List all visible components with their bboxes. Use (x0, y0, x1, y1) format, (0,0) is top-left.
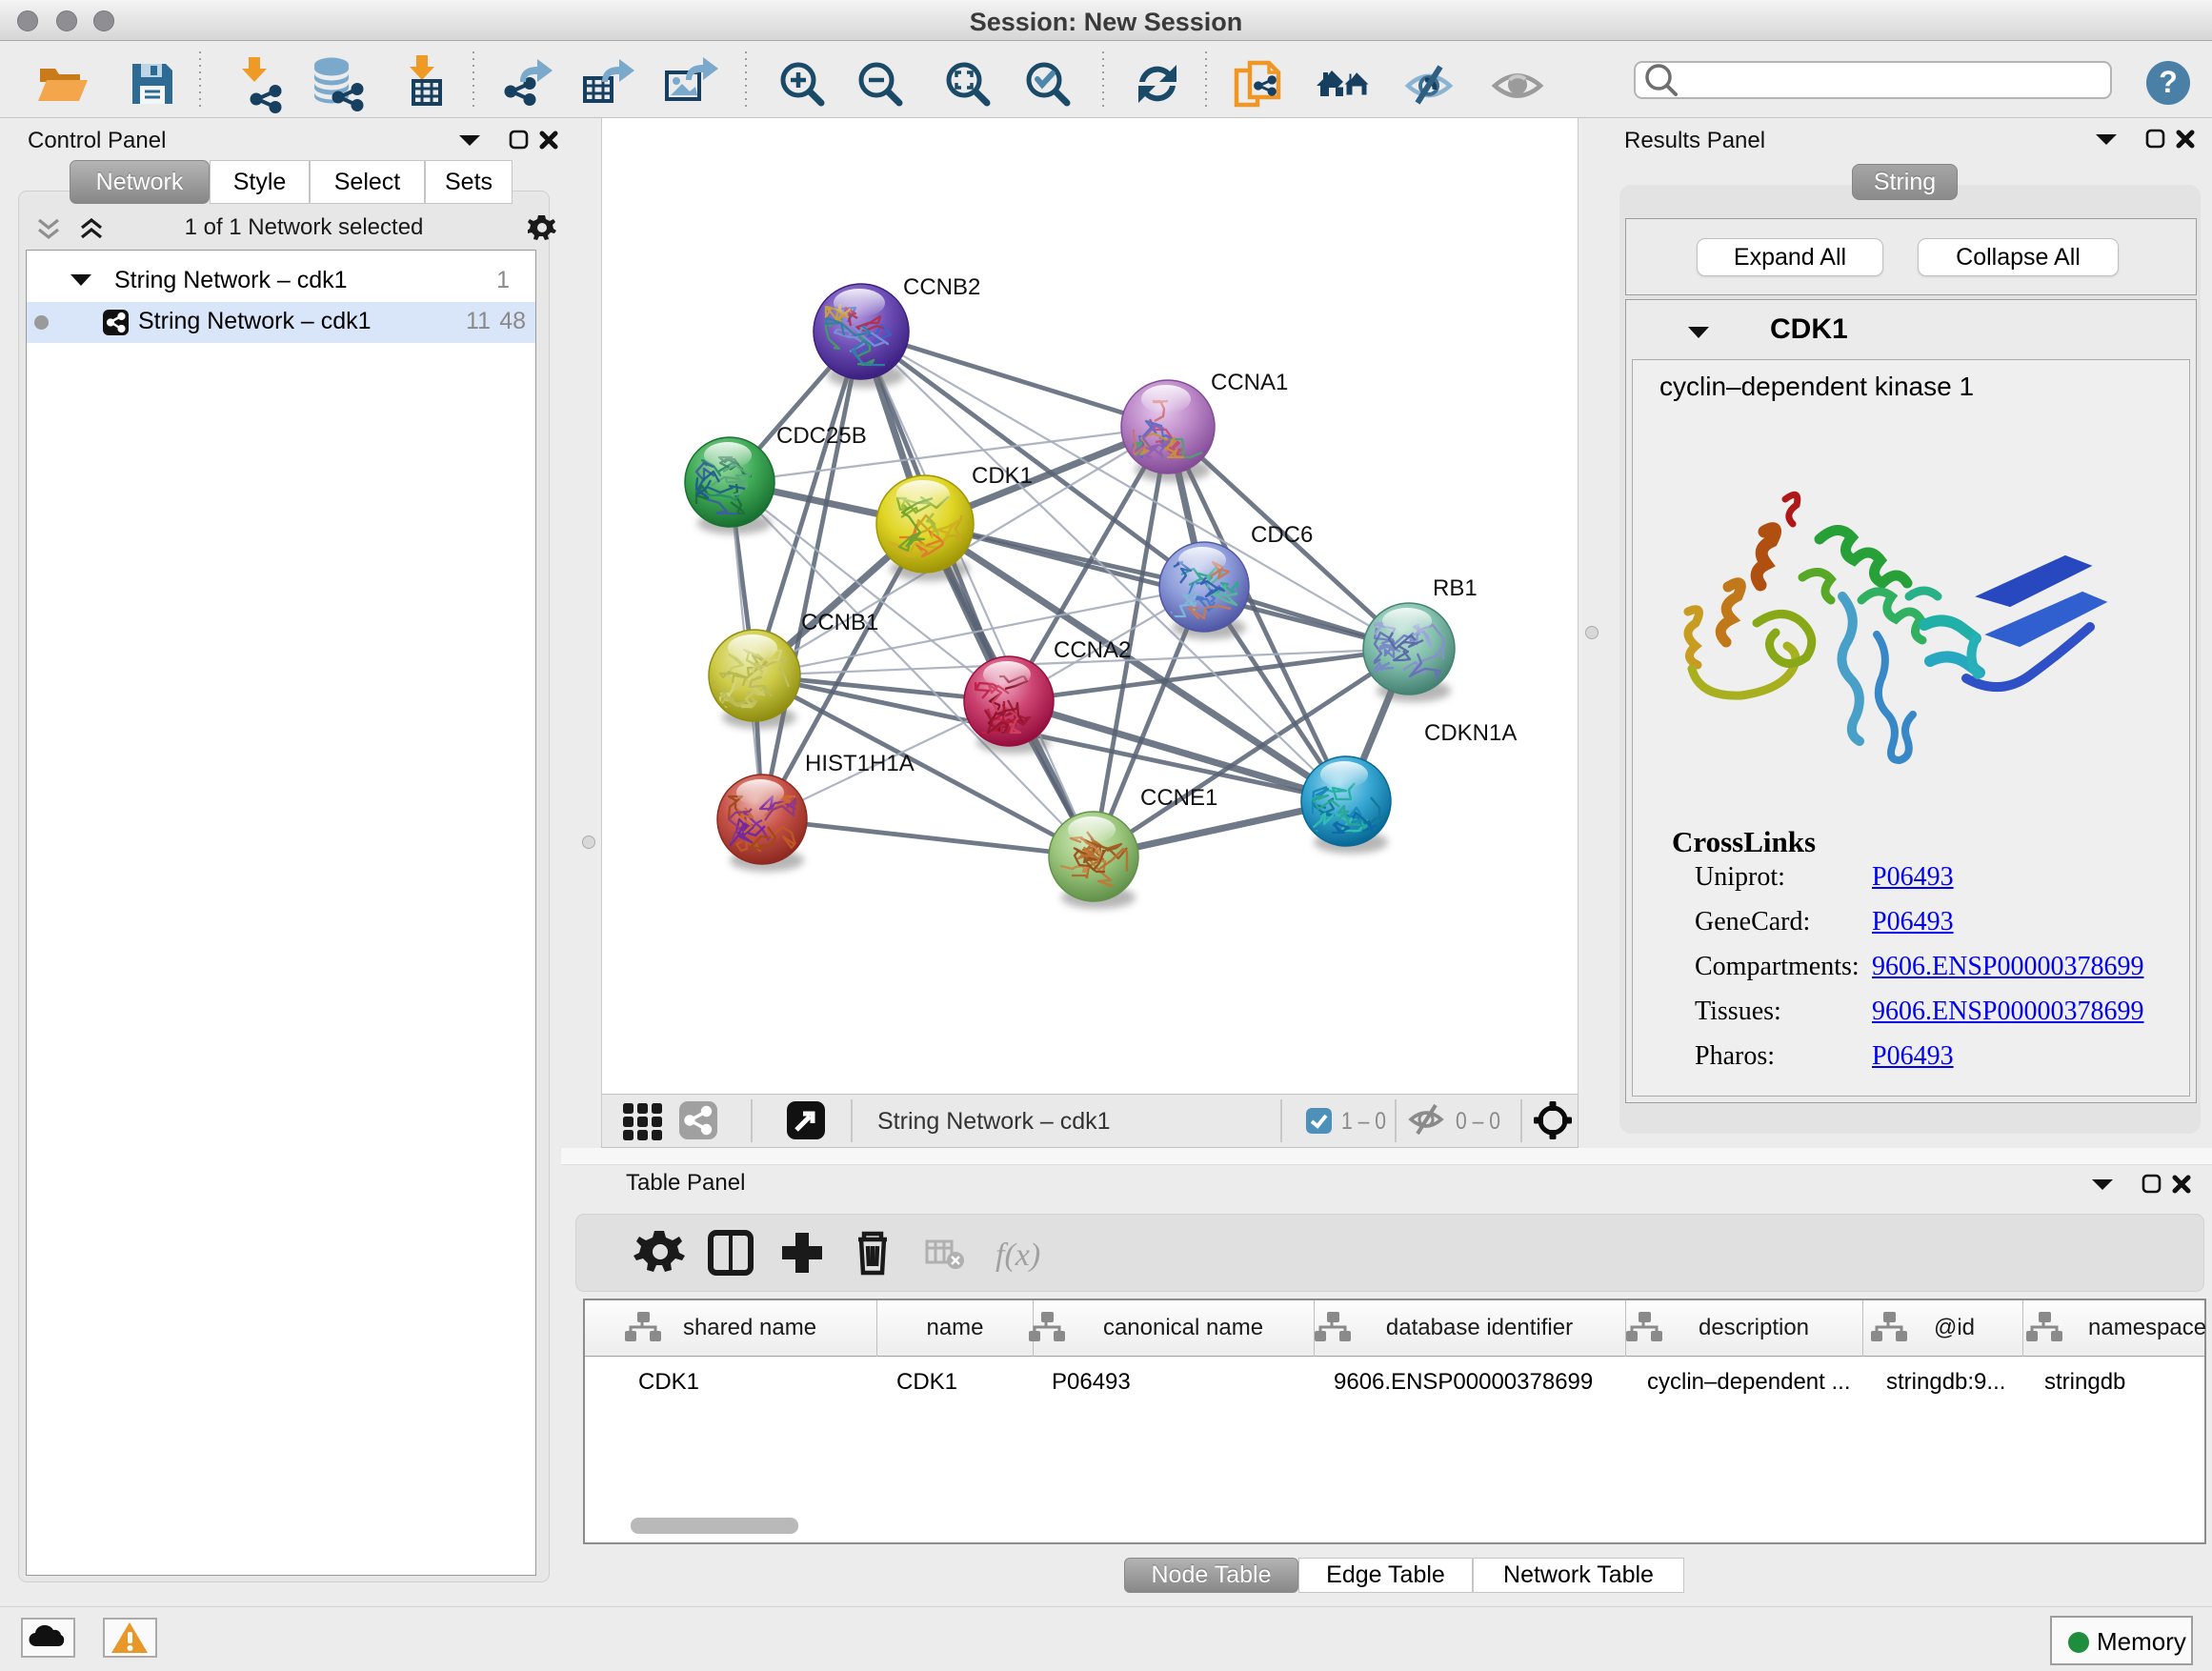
svg-text:f(x): f(x) (995, 1238, 1040, 1273)
svg-text:CDKN1A: CDKN1A (1424, 720, 1517, 746)
svg-text:CDK1: CDK1 (972, 463, 1033, 489)
svg-text:CDC6: CDC6 (1251, 522, 1313, 548)
svg-text:CCNB1: CCNB1 (801, 610, 878, 635)
svg-text:1 – 0: 1 – 0 (1341, 1108, 1386, 1135)
svg-text:CCNA2: CCNA2 (1054, 637, 1131, 663)
svg-text:CCNE1: CCNE1 (1140, 785, 1217, 811)
svg-text:CDC25B: CDC25B (776, 423, 867, 449)
svg-text:CCNB2: CCNB2 (903, 274, 980, 300)
svg-text:String Network – cdk1: String Network – cdk1 (877, 1108, 1111, 1135)
svg-text:HIST1H1A: HIST1H1A (805, 751, 915, 776)
svg-text:RB1: RB1 (1433, 575, 1478, 601)
svg-text:CCNA1: CCNA1 (1211, 370, 1288, 395)
svg-text:0 – 0: 0 – 0 (1456, 1108, 1500, 1135)
